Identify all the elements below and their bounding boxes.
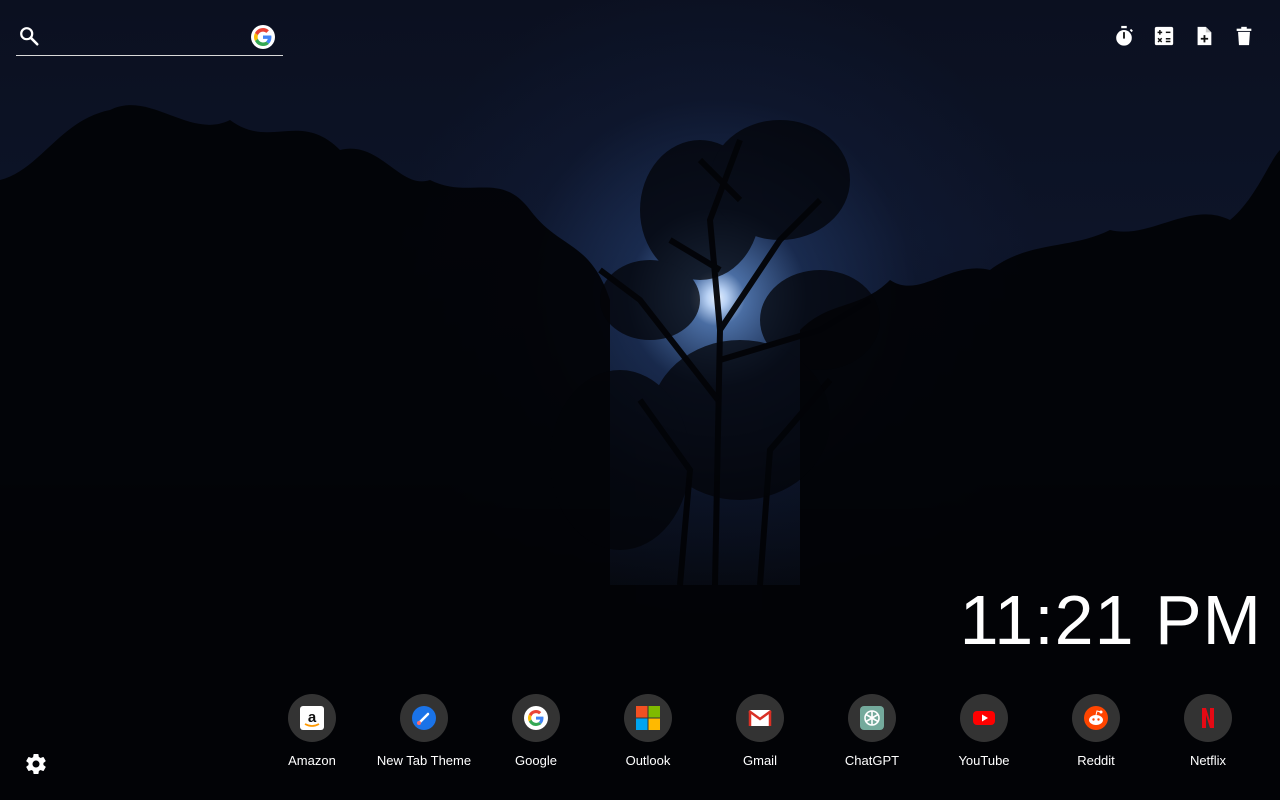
google-g-icon[interactable]	[251, 25, 275, 49]
shortcut-netflix[interactable]: Netflix	[1152, 694, 1264, 768]
shortcut-outlook[interactable]: Outlook	[592, 694, 704, 768]
trash-icon[interactable]	[1232, 24, 1256, 48]
shortcut-label: Google	[515, 753, 557, 768]
shortcut-reddit[interactable]: Reddit	[1040, 694, 1152, 768]
shortcut-chatgpt[interactable]: ChatGPT	[816, 694, 928, 768]
clock-display: 11:21 PM	[959, 581, 1262, 659]
shortcut-label: Reddit	[1077, 753, 1115, 768]
calculator-icon[interactable]	[1152, 24, 1176, 48]
wallpaper-background	[0, 0, 1280, 800]
shortcut-label: ChatGPT	[844, 753, 900, 768]
shortcut-label: Amazon	[288, 753, 336, 768]
reddit-icon[interactable]	[1072, 694, 1120, 742]
gmail-icon[interactable]	[736, 694, 784, 742]
youtube-icon[interactable]	[960, 694, 1008, 742]
google-icon[interactable]	[512, 694, 560, 742]
shortcut-label: YouTube	[958, 753, 1010, 768]
shortcut-amazon[interactable]: a Amazon	[256, 694, 368, 768]
shortcut-label: Gmail	[743, 753, 777, 768]
netflix-icon[interactable]	[1184, 694, 1232, 742]
shortcut-new-tab-theme[interactable]: New Tab Theme	[368, 694, 480, 768]
shortcut-gmail[interactable]: Gmail	[704, 694, 816, 768]
outlook-icon[interactable]	[624, 694, 672, 742]
add-note-icon[interactable]	[1192, 24, 1216, 48]
shortcut-label: Outlook	[625, 753, 671, 768]
shortcut-label: New Tab Theme	[376, 753, 472, 768]
tree-silhouettes	[0, 105, 1280, 800]
toolbar	[1112, 24, 1256, 48]
search-input[interactable]	[50, 24, 244, 50]
shortcut-label: Netflix	[1189, 753, 1227, 768]
search-icon[interactable]	[18, 25, 40, 47]
shortcuts-bar: a Amazon New Tab Theme Google Outlook Gm…	[256, 694, 1264, 768]
chatgpt-icon[interactable]	[848, 694, 896, 742]
shortcut-google[interactable]: Google	[480, 694, 592, 768]
svg-text:a: a	[308, 709, 317, 726]
shortcut-youtube[interactable]: YouTube	[928, 694, 1040, 768]
new-tab-theme-icon[interactable]	[400, 694, 448, 742]
gear-icon[interactable]	[24, 752, 48, 776]
search-bar[interactable]	[16, 20, 283, 56]
amazon-icon[interactable]: a	[288, 694, 336, 742]
timer-icon[interactable]	[1112, 24, 1136, 48]
